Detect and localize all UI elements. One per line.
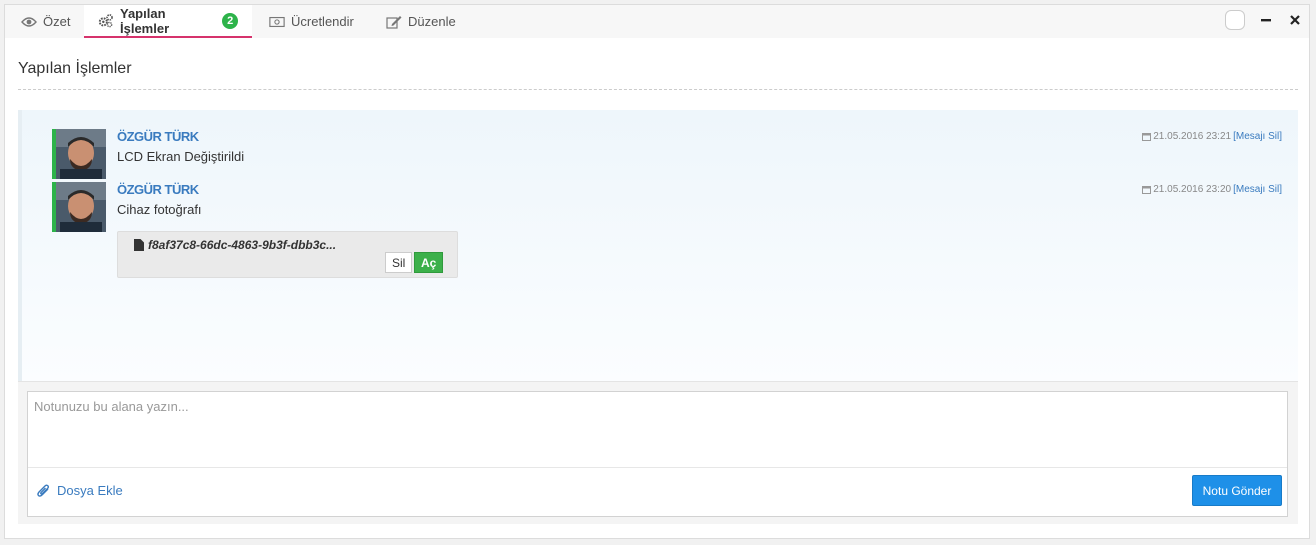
window: Özet Yapılan İşlemler 2 Ücretlendir Düze… — [4, 4, 1310, 539]
eye-icon — [21, 14, 37, 30]
attachment-card: f8af37c8-66dc-4863-9b3f-dbb3c... Sil Aç — [117, 231, 458, 278]
calendar-icon — [1142, 133, 1152, 141]
tab-yapilan-islemler[interactable]: Yapılan İşlemler 2 — [84, 5, 252, 38]
count-badge: 2 — [222, 12, 238, 29]
calendar-icon — [1142, 186, 1152, 194]
delete-message-link[interactable]: [Mesajı Sil] — [1233, 184, 1282, 195]
message-text: Cihaz fotoğrafı — [117, 202, 202, 217]
tab-ozet[interactable]: Özet — [7, 5, 84, 38]
maximize-button[interactable] — [1225, 10, 1245, 30]
author-name[interactable]: ÖZGÜR TÜRK — [117, 129, 199, 144]
tab-label: Özet — [43, 14, 71, 29]
attachment-name[interactable]: f8af37c8-66dc-4863-9b3f-dbb3c... — [134, 238, 336, 252]
delete-attachment-button[interactable]: Sil — [385, 252, 413, 273]
tab-label: Yapılan İşlemler — [120, 5, 170, 36]
edit-icon — [386, 14, 402, 30]
tab-bar: Özet Yapılan İşlemler 2 Ücretlendir Düze… — [5, 5, 1309, 38]
add-file-link[interactable]: Dosya Ekle — [37, 483, 123, 498]
avatar — [52, 129, 106, 179]
author-name[interactable]: ÖZGÜR TÜRK — [117, 182, 199, 197]
close-icon — [1290, 15, 1300, 25]
note-input[interactable] — [28, 392, 1287, 468]
message-text: LCD Ekran Değiştirildi — [117, 149, 245, 164]
minimize-button[interactable] — [1256, 10, 1276, 30]
message-feed: ÖZGÜR TÜRK LCD Ekran Değiştirildi 21.05.… — [18, 110, 1298, 381]
message-meta: 21.05.2016 23:20 [Mesajı Sil] — [1142, 184, 1282, 195]
divider — [18, 89, 1298, 90]
message-meta: 21.05.2016 23:21 [Mesajı Sil] — [1142, 131, 1282, 142]
file-icon — [134, 239, 144, 251]
tab-duzenle[interactable]: Düzenle — [372, 5, 470, 38]
message-date: 21.05.2016 23:21 — [1153, 131, 1232, 142]
paperclip-icon — [37, 484, 50, 497]
message-item: ÖZGÜR TÜRK Cihaz fotoğrafı 21.05.2016 23… — [52, 182, 1282, 282]
close-button[interactable] — [1285, 10, 1305, 30]
add-file-label: Dosya Ekle — [57, 483, 123, 498]
delete-message-link[interactable]: [Mesajı Sil] — [1233, 131, 1282, 142]
message-item: ÖZGÜR TÜRK LCD Ekran Değiştirildi 21.05.… — [52, 129, 1282, 179]
attachment-filename: f8af37c8-66dc-4863-9b3f-dbb3c... — [148, 238, 337, 252]
message-date: 21.05.2016 23:20 — [1153, 184, 1232, 195]
gears-icon — [98, 13, 114, 29]
composer: Dosya Ekle Notu Gönder — [27, 391, 1288, 517]
page-title: Yapılan İşlemler — [18, 60, 132, 77]
tab-label: Düzenle — [408, 14, 456, 29]
send-note-button[interactable]: Notu Gönder — [1192, 475, 1282, 506]
avatar — [52, 182, 106, 232]
open-attachment-button[interactable]: Aç — [414, 252, 444, 273]
composer-area: Dosya Ekle Notu Gönder — [18, 381, 1298, 524]
tab-label: Ücretlendir — [291, 14, 354, 29]
minimize-icon — [1261, 19, 1271, 22]
tab-ucretlendir[interactable]: Ücretlendir — [255, 5, 368, 38]
money-icon — [269, 14, 285, 30]
